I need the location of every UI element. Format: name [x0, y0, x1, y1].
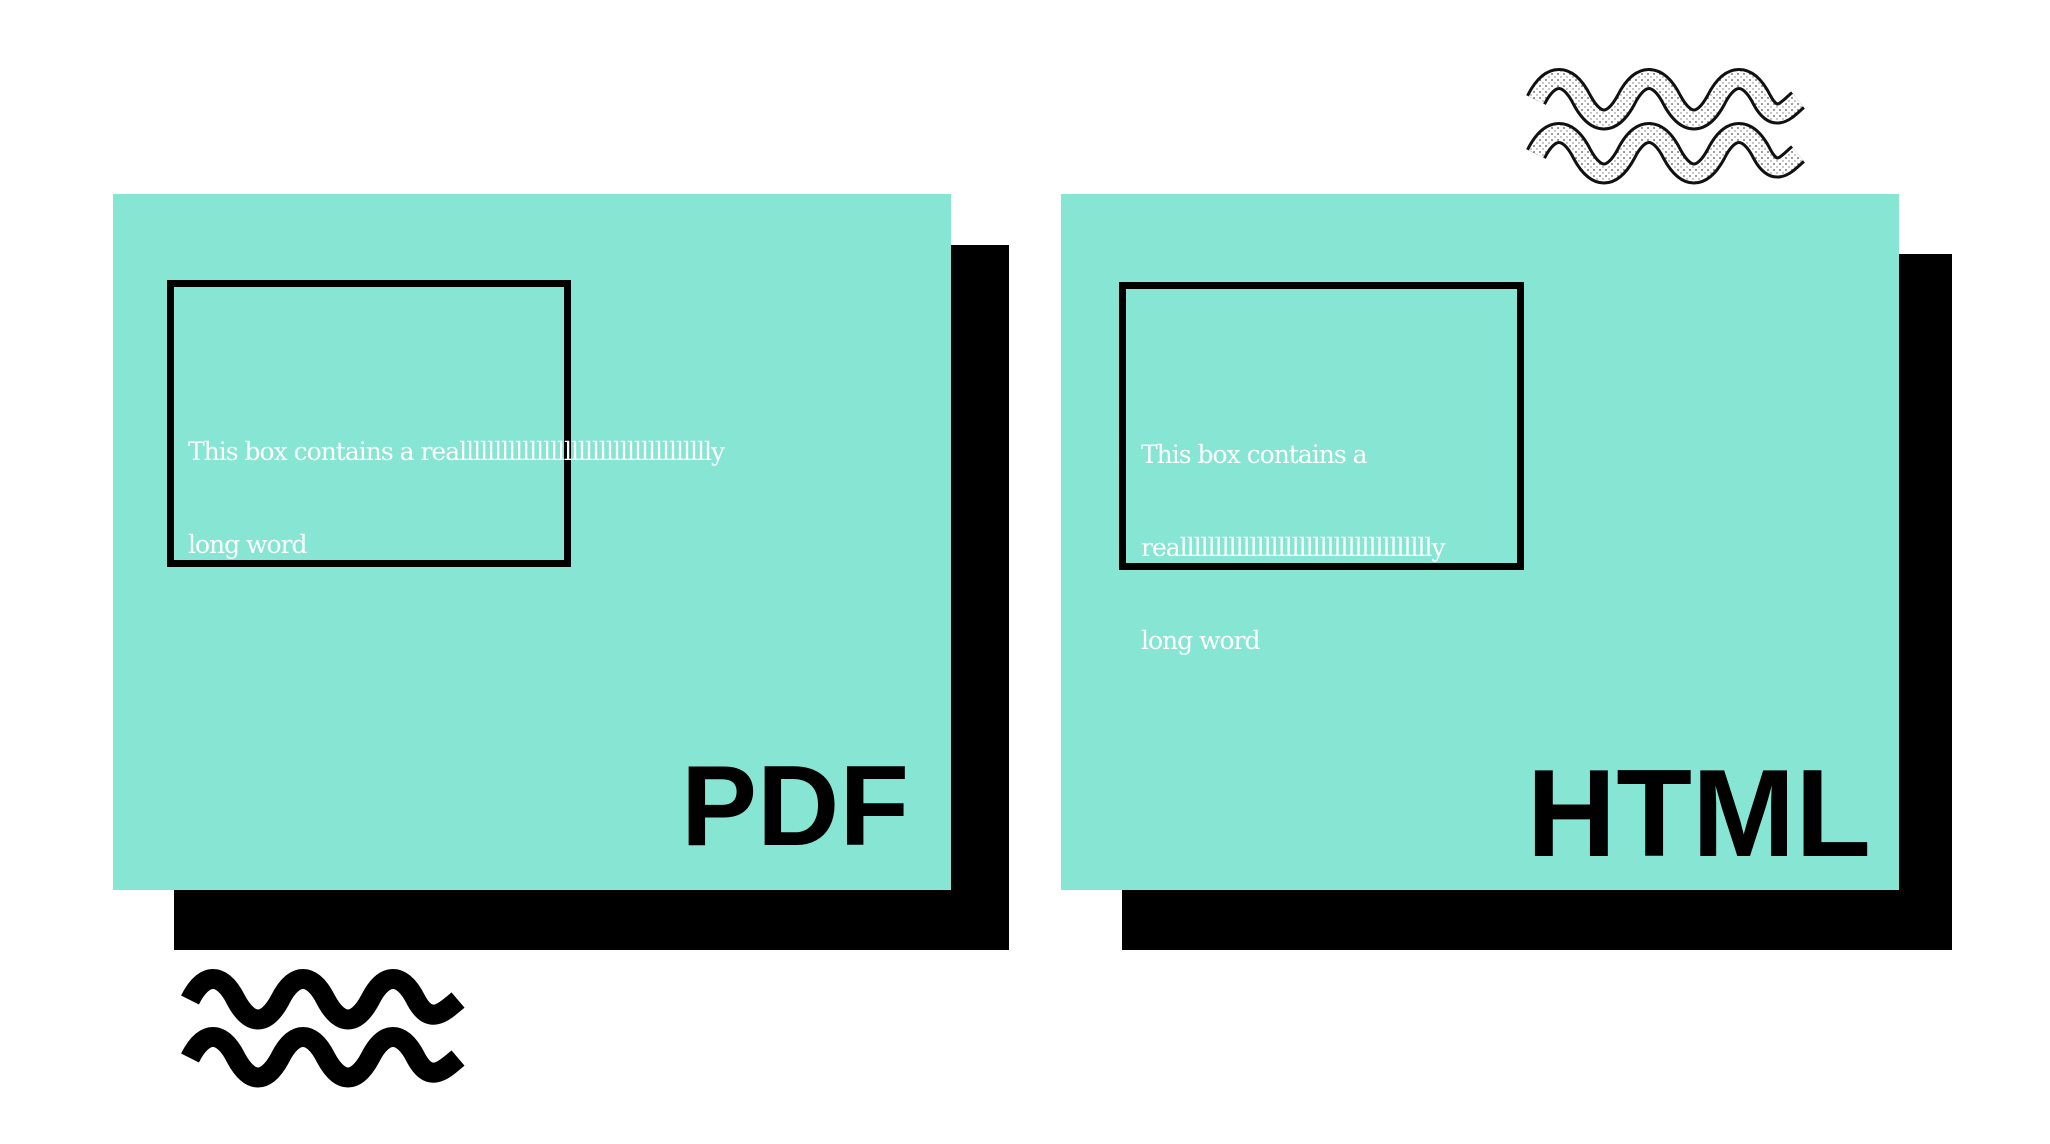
pdf-box-text-line2: long word: [188, 530, 308, 559]
comparison-diagram: This box contains a realllllllllllllllll…: [0, 0, 2050, 1144]
html-box-text-line1: This box contains a: [1141, 440, 1368, 469]
html-box-text-line2: realllllllllllllllllllllllllllllllllllly: [1141, 533, 1446, 562]
double-wave-solid-icon: [181, 969, 465, 1088]
pdf-label: PDF: [681, 743, 909, 870]
html-label: HTML: [1526, 745, 1871, 883]
pdf-panel: This box contains a realllllllllllllllll…: [113, 194, 951, 890]
pdf-box-text-line1: This box contains a realllllllllllllllll…: [188, 437, 725, 466]
pdf-box-text: This box contains a realllllllllllllllll…: [188, 374, 725, 622]
html-box-text-line3: long word: [1141, 626, 1261, 655]
html-box-text: This box contains a realllllllllllllllll…: [1141, 377, 1446, 718]
html-panel: This box contains a realllllllllllllllll…: [1061, 194, 1899, 890]
double-wave-outline-dotted-icon: [1526, 68, 1806, 185]
